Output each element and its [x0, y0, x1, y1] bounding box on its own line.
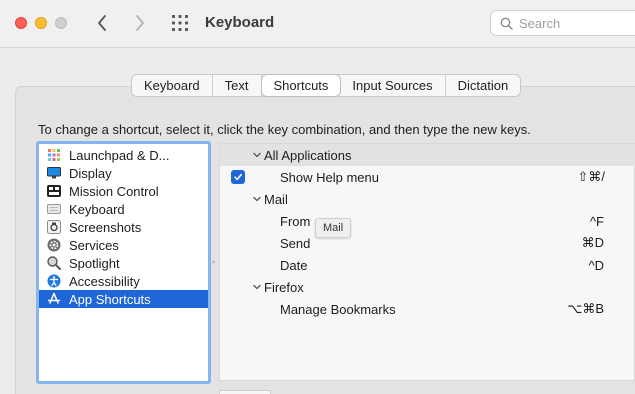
- zoom-window-button[interactable]: [55, 17, 67, 29]
- window-title: Keyboard: [205, 14, 275, 31]
- category-app-shortcuts[interactable]: App Shortcuts: [39, 290, 208, 308]
- chevron-down-icon[interactable]: [252, 282, 262, 292]
- shortcut-row-send[interactable]: Send ⌘D: [220, 232, 635, 254]
- search-input[interactable]: [519, 14, 635, 32]
- shortcut-label: From: [280, 213, 311, 229]
- tooltip: Mail: [315, 218, 352, 238]
- shortcut-row-from[interactable]: From ^F: [220, 210, 635, 232]
- app-store-icon: [47, 292, 61, 306]
- shortcut-label: Send: [280, 235, 311, 251]
- category-keyboard[interactable]: Keyboard: [39, 200, 208, 218]
- category-label: App Shortcuts: [69, 291, 151, 307]
- category-services[interactable]: Services: [39, 236, 208, 254]
- forward-button[interactable]: [130, 12, 150, 34]
- instruction-text: To change a shortcut, select it, click t…: [38, 122, 531, 137]
- shortcut-keys[interactable]: ⌥⌘B: [567, 301, 604, 317]
- shortcut-label: Date: [280, 257, 308, 273]
- category-accessibility[interactable]: Accessibility: [39, 272, 208, 290]
- group-label: Mail: [264, 191, 288, 207]
- shortcuts-table: All Applications Show Help menu ⇧⌘/ Mail…: [219, 143, 635, 381]
- category-label: Mission Control: [69, 183, 159, 199]
- chevron-down-icon[interactable]: [252, 194, 262, 204]
- shortcut-label: Manage Bookmarks: [280, 301, 396, 317]
- group-label: Firefox: [264, 279, 304, 295]
- category-label: Keyboard: [69, 201, 125, 217]
- accessibility-icon: [47, 274, 61, 288]
- category-label: Launchpad & D...: [69, 147, 170, 163]
- minimize-window-button[interactable]: [35, 17, 47, 29]
- group-label: All Applications: [264, 147, 352, 163]
- tab-dictation[interactable]: Dictation: [446, 75, 521, 96]
- shortcut-keys[interactable]: ⌘D: [582, 235, 604, 251]
- shortcut-keys[interactable]: ^D: [589, 258, 605, 273]
- screenshots-icon: [47, 220, 61, 234]
- category-screenshots[interactable]: Screenshots: [39, 218, 208, 236]
- category-list[interactable]: Launchpad & D... Display Mission Control…: [36, 141, 211, 384]
- search-icon: [500, 17, 513, 30]
- launchpad-icon: [47, 148, 61, 162]
- shortcut-label: Show Help menu: [280, 169, 379, 185]
- group-row-all-applications[interactable]: All Applications: [220, 144, 635, 166]
- search-field[interactable]: [490, 10, 635, 36]
- checkmark-icon: [234, 173, 242, 181]
- category-display[interactable]: Display: [39, 164, 208, 182]
- tab-input-sources[interactable]: Input Sources: [340, 75, 446, 96]
- grid-icon: [172, 15, 188, 31]
- keyboard-icon: [47, 202, 61, 216]
- back-button[interactable]: [92, 12, 112, 34]
- splitter-handle[interactable]: [211, 258, 216, 266]
- shortcut-keys[interactable]: ^F: [590, 214, 604, 229]
- category-label: Spotlight: [69, 255, 120, 271]
- chevron-right-icon: [136, 15, 144, 31]
- shortcut-enabled-checkbox[interactable]: [231, 170, 245, 184]
- shortcut-keys[interactable]: ⇧⌘/: [577, 169, 605, 185]
- category-launchpad[interactable]: Launchpad & D...: [39, 146, 208, 164]
- category-label: Accessibility: [69, 273, 140, 289]
- category-label: Screenshots: [69, 219, 142, 235]
- mission-control-icon: [47, 184, 61, 198]
- category-spotlight[interactable]: Spotlight: [39, 254, 208, 272]
- add-remove-buttons[interactable]: [219, 390, 271, 394]
- shortcut-row-show-help-menu[interactable]: Show Help menu ⇧⌘/: [220, 166, 635, 188]
- tab-text[interactable]: Text: [213, 75, 262, 96]
- shortcut-row-manage-bookmarks[interactable]: Manage Bookmarks ⌥⌘B: [220, 298, 635, 320]
- tab-keyboard[interactable]: Keyboard: [132, 75, 213, 96]
- tab-shortcuts[interactable]: Shortcuts: [261, 75, 341, 96]
- chevron-down-icon[interactable]: [252, 150, 262, 160]
- shortcut-row-date[interactable]: Date ^D: [220, 254, 635, 276]
- display-icon: [47, 166, 61, 180]
- group-row-firefox[interactable]: Firefox: [220, 276, 635, 298]
- spotlight-magnifier-icon: [47, 256, 61, 270]
- category-label: Services: [69, 237, 119, 253]
- services-gear-icon: [47, 238, 61, 252]
- category-label: Display: [69, 165, 112, 181]
- title-bar: Keyboard: [0, 0, 635, 48]
- close-window-button[interactable]: [15, 17, 27, 29]
- group-row-mail[interactable]: Mail: [220, 188, 635, 210]
- category-mission-control[interactable]: Mission Control: [39, 182, 208, 200]
- show-all-button[interactable]: [171, 14, 189, 32]
- chevron-left-icon: [98, 15, 106, 31]
- tab-bar: Keyboard Text Shortcuts Input Sources Di…: [131, 74, 522, 97]
